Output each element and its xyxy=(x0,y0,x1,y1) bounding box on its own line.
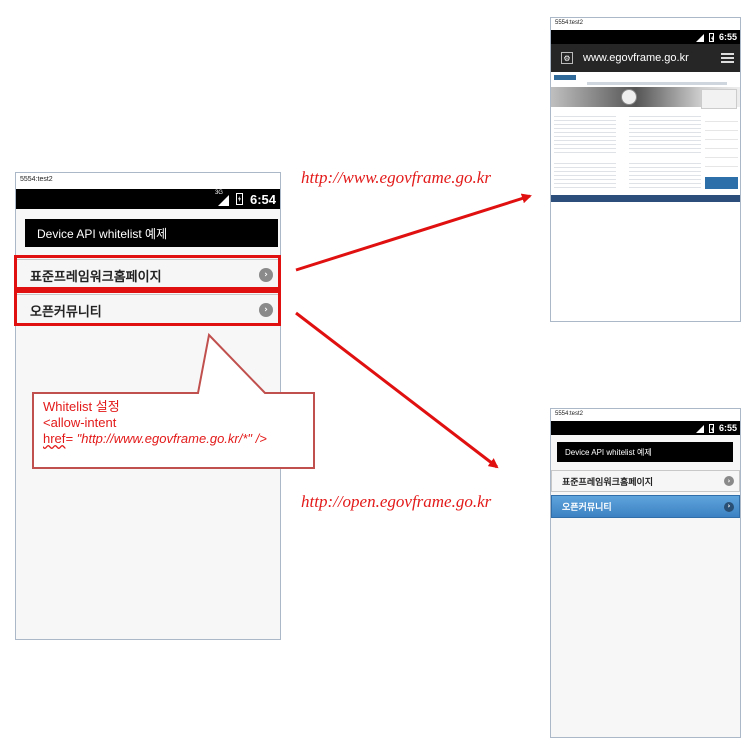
url-label-egovframe: http://www.egovframe.go.kr xyxy=(301,168,491,187)
egovframe-website-preview[interactable] xyxy=(551,72,740,321)
callout-line-2: <allow-intent xyxy=(43,415,117,430)
arrow-right-icon: › xyxy=(724,501,734,512)
emulator-label: 5554:test2 xyxy=(16,173,280,189)
status-bar: 3G 6:54 xyxy=(16,189,280,209)
callout-href: href xyxy=(43,431,66,446)
callout-href-value: = "http://www.egovframe.go.kr/*" /> xyxy=(65,431,267,446)
top-right-phone-screen: 5554:test2 6:55 ⚙ www.egovframe.go.kr xyxy=(550,17,741,322)
emulator-label: 5554:test2 xyxy=(551,18,740,30)
signal-icon xyxy=(695,424,704,433)
url-label-open-egovframe: http://open.egovframe.go.kr xyxy=(301,492,492,511)
bottom-right-phone-screen: 5554:test2 6:55 Device API whitelist 예제 … xyxy=(550,408,741,738)
status-time: 6:54 xyxy=(249,191,276,207)
menu-icon[interactable] xyxy=(721,53,734,63)
signal-icon: 3G xyxy=(215,190,229,206)
list-item-label: 오픈커뮤니티 xyxy=(562,503,612,513)
status-bar: 6:55 xyxy=(551,421,740,435)
callout-line-1: Whitelist 설정 xyxy=(43,399,120,414)
site-icon: ⚙ xyxy=(561,52,573,64)
arrow-right-icon: › xyxy=(724,476,734,486)
whitelist-callout: Whitelist 설정 <allow-intent href= "http:/… xyxy=(43,399,308,447)
app-header: Device API whitelist 예제 xyxy=(557,442,733,462)
app-header: Device API whitelist 예제 xyxy=(25,219,278,247)
browser-address[interactable]: www.egovframe.go.kr xyxy=(573,52,721,64)
battery-icon xyxy=(708,423,714,433)
callout-line-3: href= "http://www.egovframe.go.kr/*" /> xyxy=(43,431,308,447)
signal-icon xyxy=(695,33,704,42)
app-title: Device API whitelist 예제 xyxy=(37,226,168,241)
list-item-label: 표준프레임워크홈페이지 xyxy=(562,477,654,488)
list-item-egovframe-homepage[interactable]: 표준프레임워크홈페이지 › xyxy=(551,470,740,492)
arrow-to-egovframe xyxy=(295,193,532,272)
battery-icon xyxy=(235,193,243,205)
app-title: Device API whitelist 예제 xyxy=(565,447,652,457)
status-time: 6:55 xyxy=(718,32,737,42)
browser-url-bar[interactable]: ⚙ www.egovframe.go.kr xyxy=(551,44,740,72)
status-time: 6:55 xyxy=(718,423,737,433)
list-item-open-community-selected[interactable]: 오픈커뮤니티 › xyxy=(551,495,740,518)
highlight-box-community xyxy=(14,290,281,326)
emulator-label: 5554:test2 xyxy=(551,409,740,421)
highlight-box-homepage xyxy=(14,255,281,290)
arrow-to-open-community xyxy=(295,311,499,469)
battery-icon xyxy=(708,32,714,42)
status-bar: 6:55 xyxy=(551,30,740,44)
